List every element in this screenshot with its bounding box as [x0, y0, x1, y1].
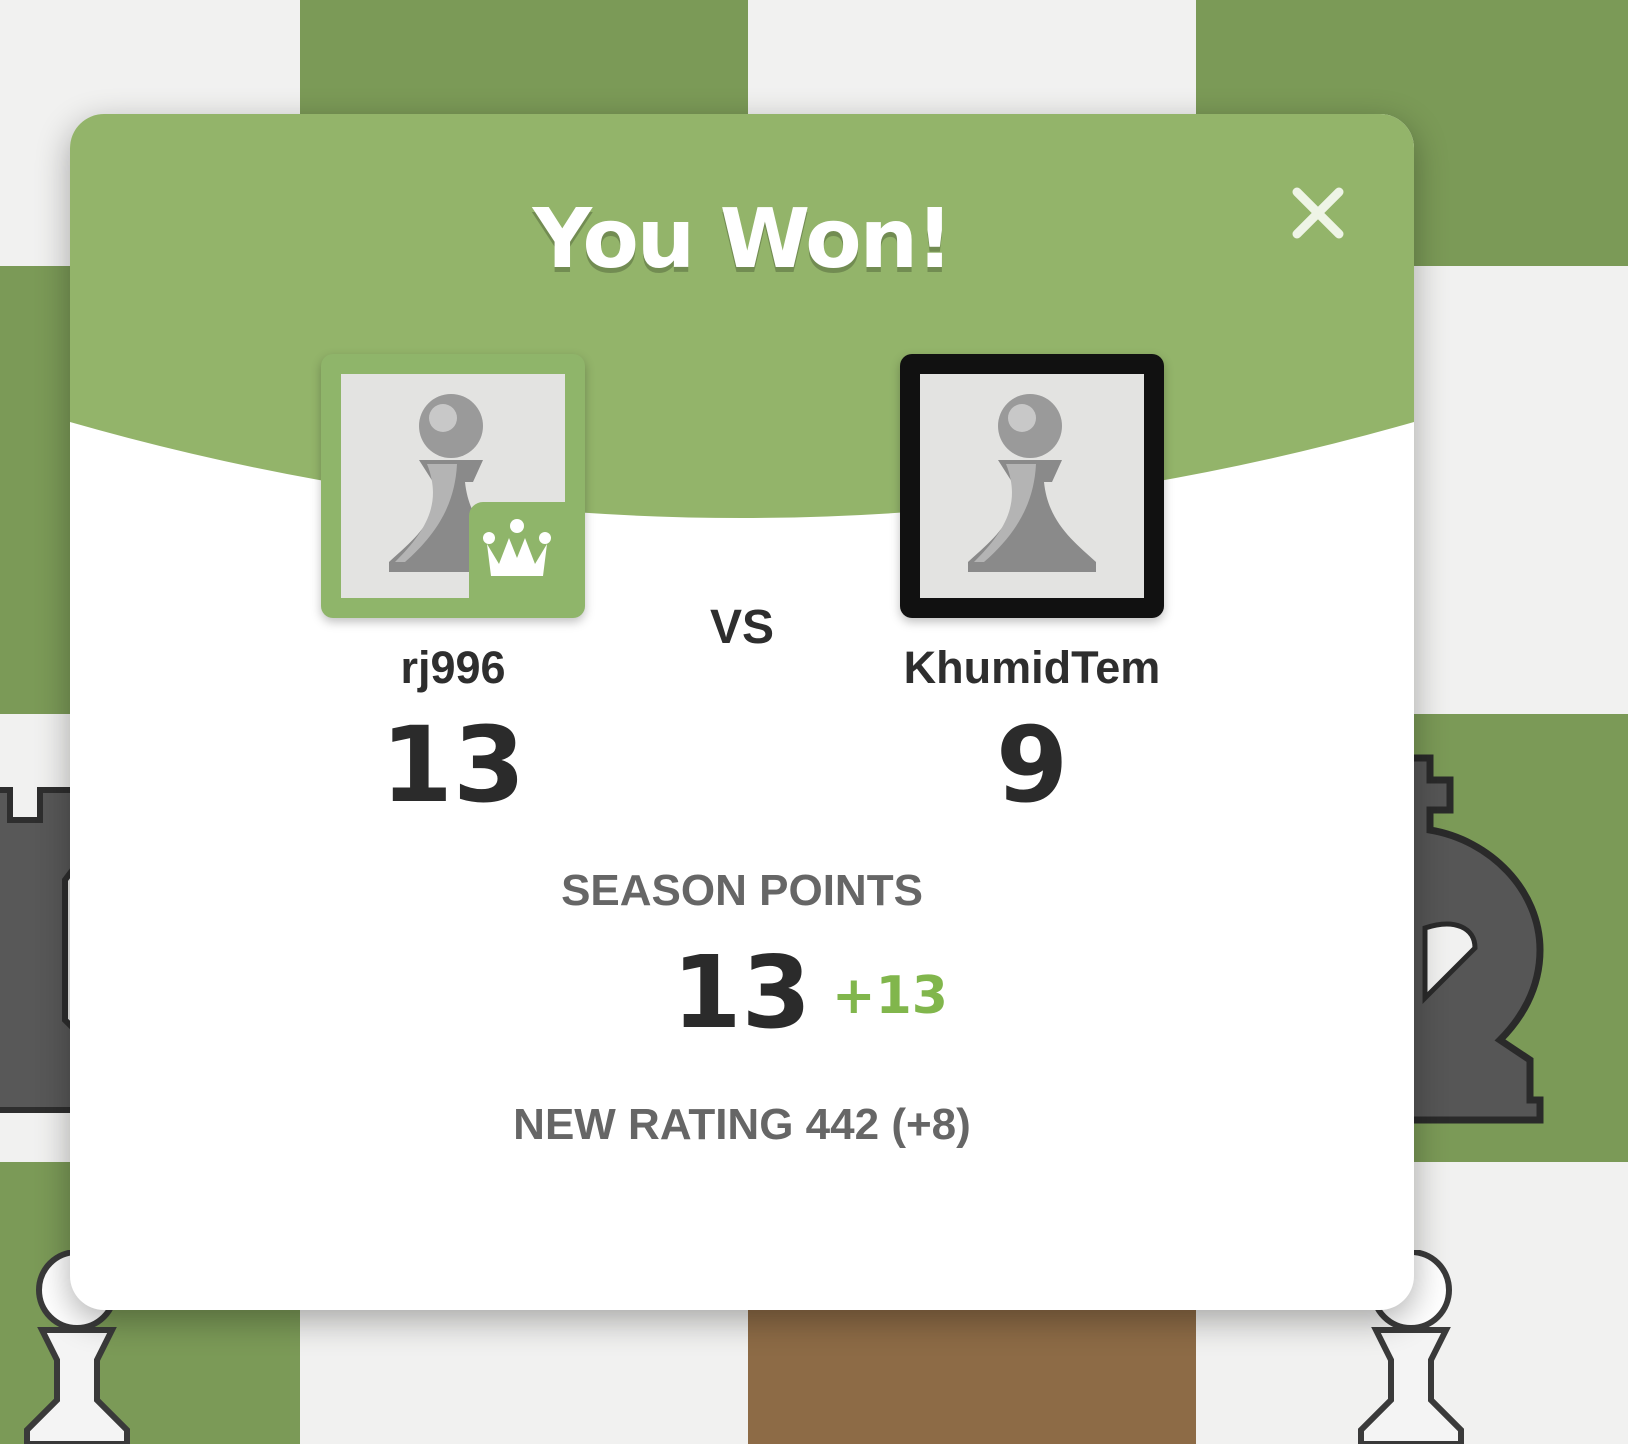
player-score-right: 9 — [995, 704, 1069, 826]
player-name-left[interactable]: rj996 — [243, 642, 663, 694]
new-rating-label: NEW RATING — [513, 1100, 794, 1149]
new-rating-value: 442 — [805, 1100, 880, 1149]
close-button[interactable] — [1283, 178, 1353, 248]
close-icon — [1292, 187, 1344, 239]
modal-header-background — [70, 114, 1414, 518]
new-rating: NEW RATING 442 (+8) — [70, 1100, 1414, 1150]
game-result-modal: You Won! VS rj996 KhumidTem 13 9 SEASON … — [70, 114, 1414, 1310]
player-avatar-khumidtem[interactable] — [900, 354, 1164, 618]
season-points-delta: +13 — [832, 966, 948, 1026]
pawn-icon — [968, 394, 1096, 572]
crown-badge — [469, 502, 565, 598]
player-name-right[interactable]: KhumidTem — [822, 642, 1242, 694]
crown-icon — [483, 519, 551, 576]
new-rating-change: (+8) — [891, 1100, 971, 1149]
season-points-label: SEASON POINTS — [561, 866, 923, 915]
player-score-left: 13 — [380, 704, 526, 826]
player-avatar-rj996[interactable] — [321, 354, 585, 618]
season-points-value: 13 — [672, 934, 812, 1051]
result-title: You Won! — [532, 192, 954, 287]
